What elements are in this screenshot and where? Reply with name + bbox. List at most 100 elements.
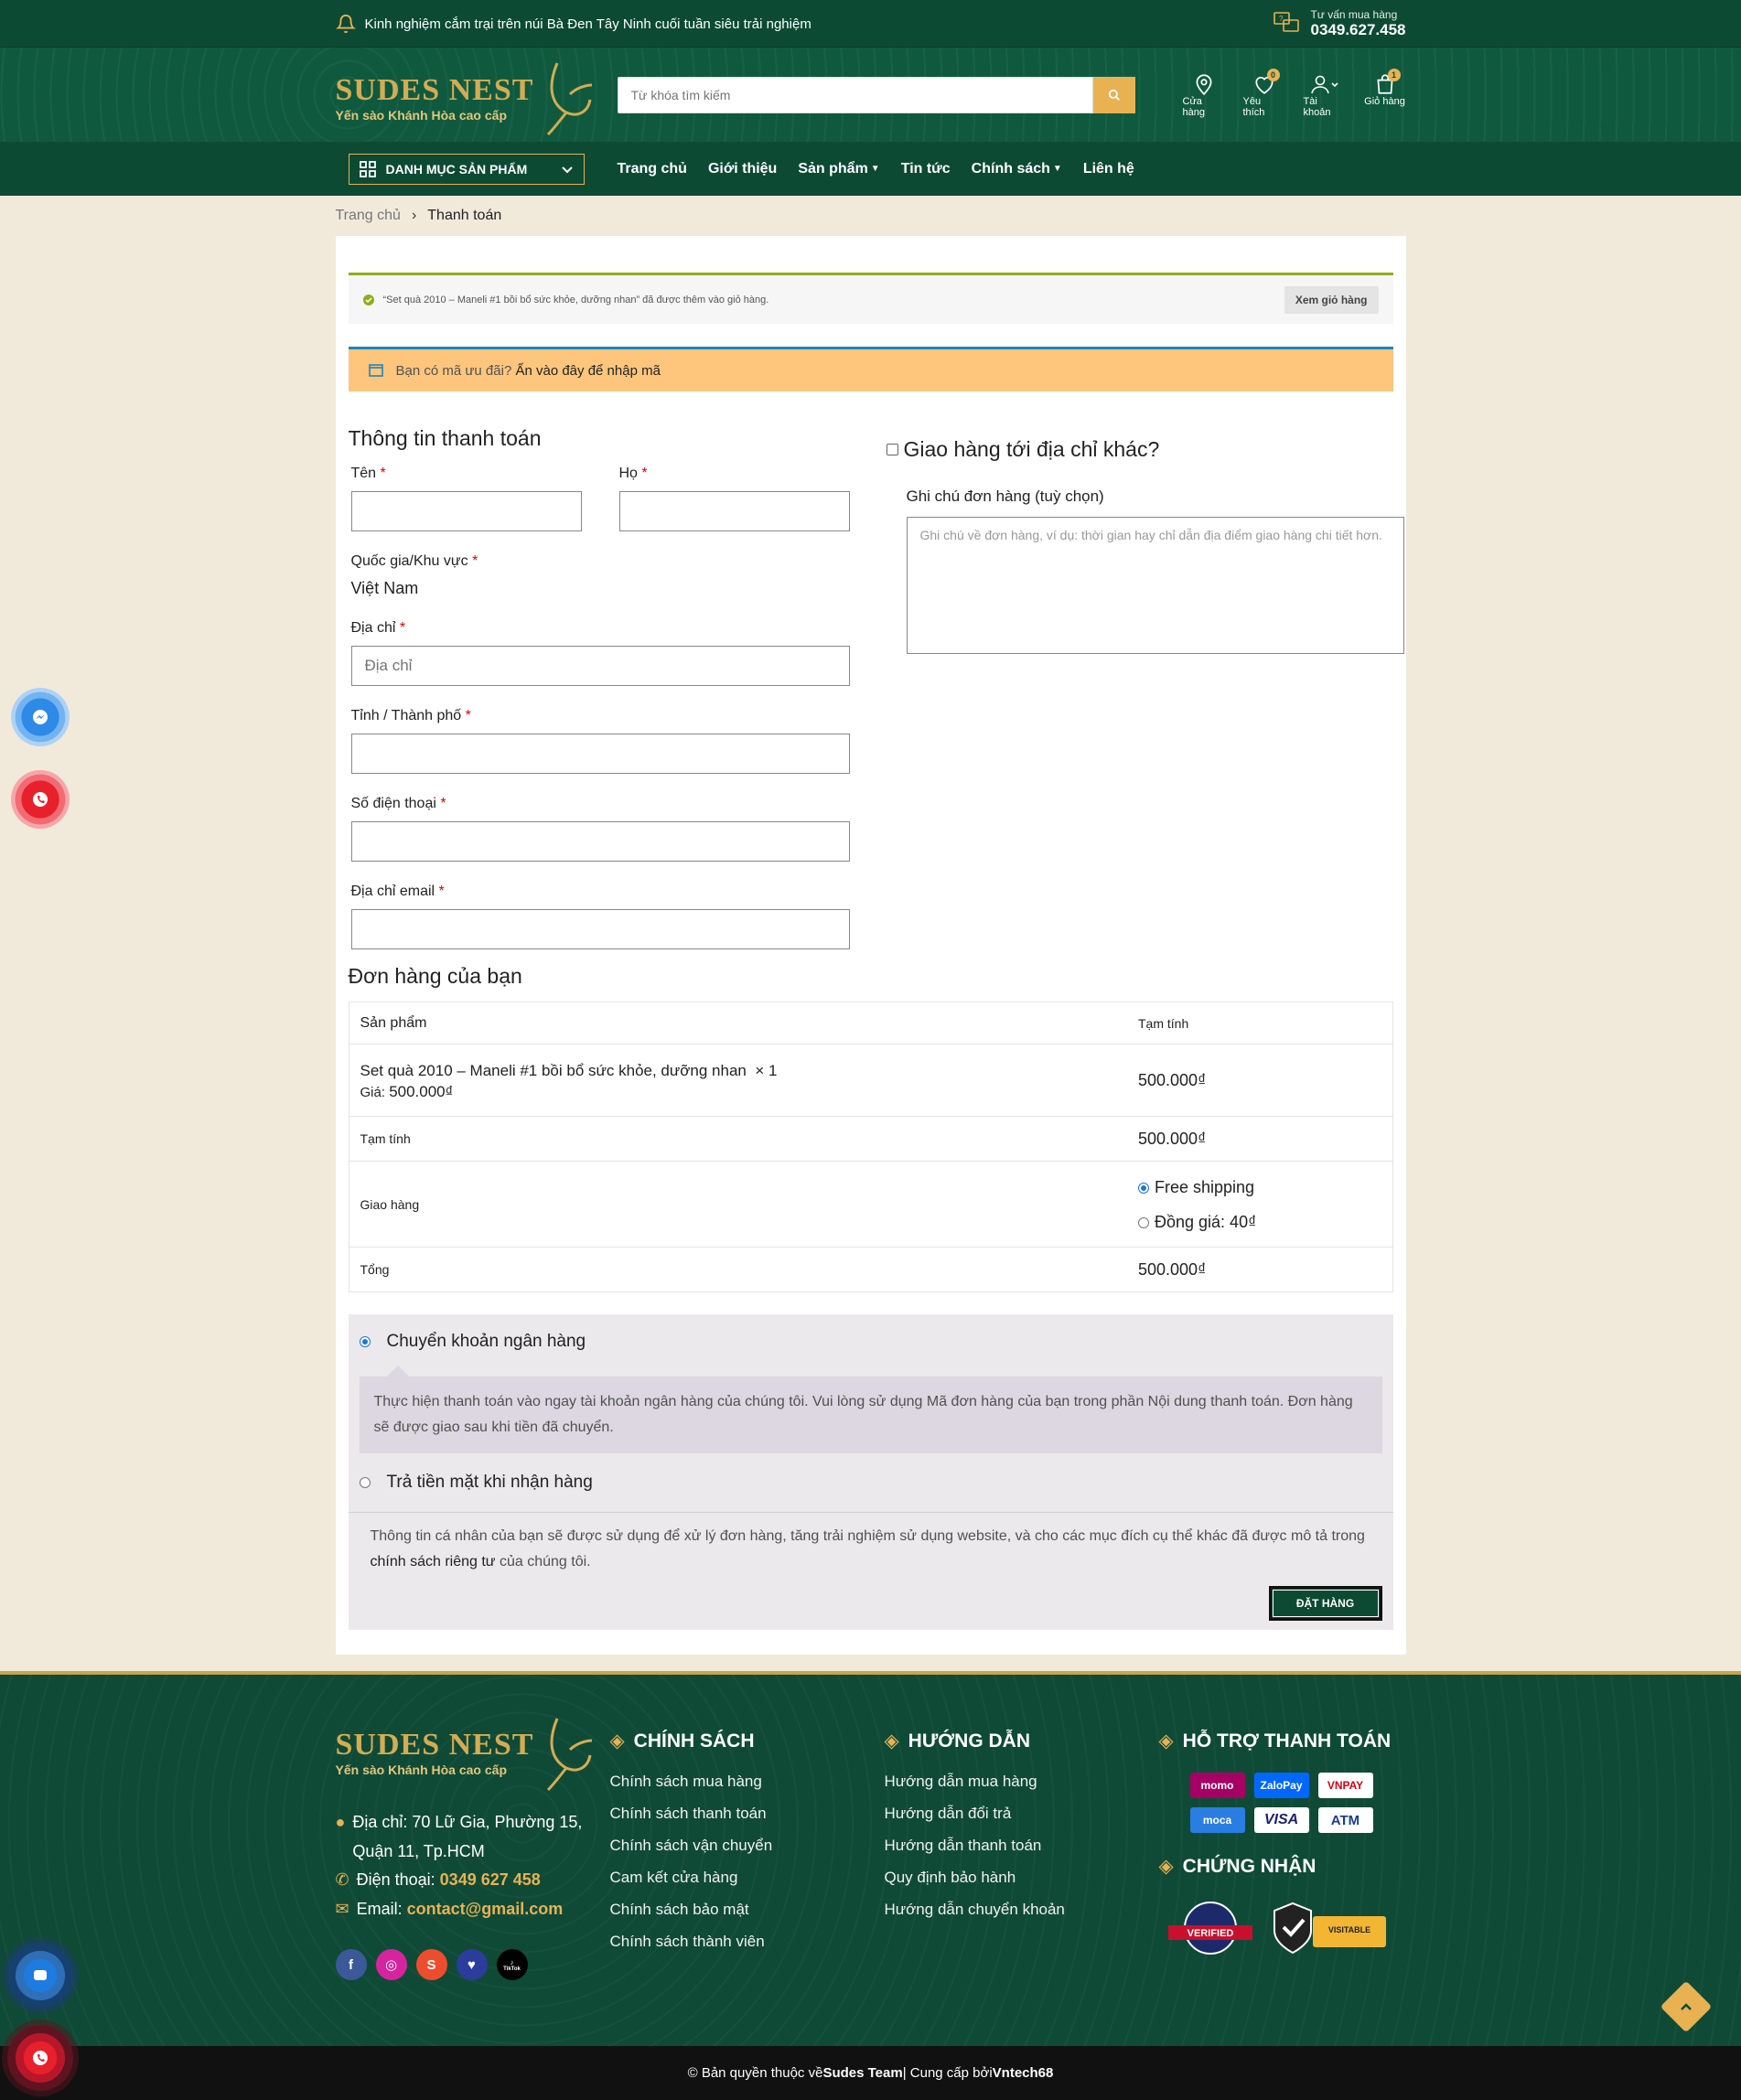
chat-support-icon: ? <box>1273 12 1299 32</box>
order-title: Đơn hàng của bạn <box>348 964 522 988</box>
chevron-down-icon <box>561 166 573 173</box>
cod-radio[interactable] <box>359 1477 371 1488</box>
instagram-icon[interactable]: ◎ <box>375 1949 407 1980</box>
call-float-button[interactable] <box>2 2020 79 2096</box>
footer-about: SUDES NEST Yến sào Khánh Hòa cao cấp ● Đị… <box>335 1718 610 1980</box>
shipping-option-free[interactable]: Free shipping <box>1138 1170 1381 1205</box>
first-name-input[interactable] <box>350 491 582 531</box>
call-icon <box>33 2051 48 2065</box>
phone-float-button[interactable] <box>11 770 70 829</box>
lazada-icon[interactable]: ♥ <box>456 1949 488 1980</box>
copyright-team[interactable]: Sudes Team <box>822 2065 902 2081</box>
nav-products[interactable]: Sản phẩm ▼ <box>798 161 879 177</box>
footer-link[interactable]: Chính sách mua hàng <box>610 1773 885 1791</box>
copyright-text-1: © Bản quyền thuộc về <box>687 2065 823 2081</box>
coupon-link[interactable]: Ấn vào đây để nhập mã <box>515 363 660 379</box>
chevron-up-icon <box>1681 2003 1692 2010</box>
payment-method-cod[interactable]: Trả tiền mặt khi nhận hàng <box>359 1470 1382 1495</box>
cart-link[interactable]: 1 Giỏ hàng <box>1364 68 1406 118</box>
order-notes-textarea[interactable]: Ghi chú về đơn hàng, ví dụ: thời gian ha… <box>906 517 1404 654</box>
footer-phone-number[interactable]: 0349 627 458 <box>440 1870 541 1889</box>
verified-badge-icon: VERIFIED <box>1167 1902 1252 1955</box>
category-menu-button[interactable]: DANH MỤC SẢN PHẨM <box>348 153 585 185</box>
address-label: Địa chỉ * <box>350 620 406 636</box>
table-row: Tổng 500.000₫ <box>349 1247 1392 1292</box>
hotline-number[interactable]: 0349.627.458 <box>1311 21 1406 39</box>
footer-link[interactable]: Hướng dẫn thanh toán <box>885 1837 1159 1855</box>
footer-link[interactable]: Hướng dẫn đổi trả <box>885 1805 1159 1823</box>
wishlist-link[interactable]: 0 Yêu thích <box>1243 68 1285 118</box>
footer-link[interactable]: Quy định bảo hành <box>885 1869 1159 1887</box>
footer-phone-label: Điện thoại: <box>356 1870 435 1889</box>
messenger-float-button[interactable] <box>11 688 70 746</box>
breadcrumb-home[interactable]: Trang chủ <box>336 208 401 224</box>
breadcrumb: Trang chủ › Thanh toán <box>336 196 1406 236</box>
footer-guide: ◈ HƯỚNG DẪN Hướng dẫn mua hàng Hướng dẫn … <box>885 1730 1159 1980</box>
footer-email-address[interactable]: contact@gmail.com <box>407 1900 564 1918</box>
search-input[interactable] <box>617 76 1093 113</box>
shipping-option-flat[interactable]: Đồng giá: 40₫ <box>1138 1205 1381 1239</box>
footer-link[interactable]: Chính sách vận chuyển <box>610 1837 885 1855</box>
flat-rate-radio[interactable] <box>1138 1216 1149 1228</box>
search-icon <box>1108 89 1120 101</box>
email-input[interactable] <box>350 909 850 949</box>
visa-logo: VISA <box>1253 1807 1309 1833</box>
visitable-text: VISITABLE <box>1327 1925 1370 1934</box>
footer-link[interactable]: Chính sách bảo mật <box>610 1901 885 1919</box>
country-label: Quốc gia/Khu vực * <box>350 553 478 569</box>
payment-method-bank[interactable]: Chuyển khoản ngân hàng <box>359 1329 1382 1355</box>
hotline[interactable]: ? Tư vấn mua hàng 0349.627.458 <box>1273 8 1406 39</box>
nav-contact[interactable]: Liên hệ <box>1083 161 1134 177</box>
verified-text: VERIFIED <box>1187 1928 1233 1939</box>
coupon-notice: Bạn có mã ưu đãi? Ấn vào đây để nhập mã <box>348 347 1393 391</box>
nav-products-label: Sản phẩm <box>798 160 868 177</box>
diamond-icon: ◈ <box>609 1730 625 1752</box>
facebook-icon[interactable]: f <box>335 1949 367 1980</box>
last-name-input[interactable] <box>618 491 850 531</box>
footer-address: ● Địa chỉ: 70 Lữ Gia, Phường 15, Quận 11,… <box>336 1808 610 1866</box>
check-circle-icon <box>362 294 374 305</box>
nav-home[interactable]: Trang chủ <box>618 161 687 177</box>
nav-policy[interactable]: Chính sách ▼ <box>972 161 1062 177</box>
announcement[interactable]: Kinh nghiệm cắm trại trên núi Bà Đen Tây… <box>335 14 811 34</box>
footer-link[interactable]: Hướng dẫn chuyển khoản <box>885 1901 1159 1919</box>
diamond-icon: ◈ <box>1158 1856 1174 1877</box>
copyright-provider[interactable]: Vntech68 <box>993 2065 1054 2081</box>
logo-brand: SUDES NEST <box>335 72 534 107</box>
product-name: Set quà 2010 – Maneli #1 bồi bổ sức khỏe… <box>360 1062 747 1080</box>
account-link[interactable]: Tài khoản <box>1304 72 1346 118</box>
footer-link[interactable]: Chính sách thành viên <box>610 1933 885 1951</box>
nav-news[interactable]: Tin tức <box>901 161 951 177</box>
view-cart-button[interactable]: Xem giỏ hàng <box>1284 285 1379 314</box>
atm-logo: ATM <box>1317 1807 1373 1833</box>
zalo-icon <box>34 1970 47 1980</box>
zalo-float-button[interactable] <box>2 1937 79 2014</box>
price-label: Giá: <box>360 1084 386 1100</box>
store-link[interactable]: Cửa hàng <box>1183 72 1225 118</box>
order-table-header: Sản phẩm Tạm tính <box>349 1002 1392 1045</box>
privacy-text: Thông tin cá nhân của bạn sẽ được sử dụn… <box>348 1512 1393 1575</box>
free-shipping-radio[interactable] <box>1138 1182 1149 1194</box>
city-input[interactable] <box>350 734 850 774</box>
footer-logo[interactable]: SUDES NEST Yến sào Khánh Hòa cao cấp <box>335 1718 592 1792</box>
breadcrumb-separator: › <box>411 208 417 223</box>
place-order-button[interactable]: ĐẶT HÀNG <box>1268 1586 1382 1621</box>
bank-transfer-radio[interactable] <box>359 1336 371 1347</box>
shopee-icon[interactable]: S <box>415 1949 447 1980</box>
nav-about[interactable]: Giới thiệu <box>708 161 777 177</box>
privacy-policy-link[interactable]: chính sách riêng tư <box>371 1554 496 1570</box>
tiktok-icon[interactable]: ♪ TikTok <box>496 1949 528 1980</box>
phone-input[interactable] <box>350 821 850 862</box>
ship-different-checkbox[interactable] <box>886 444 898 455</box>
ship-different-address[interactable]: Giao hàng tới địa chỉ khác? <box>886 437 1404 462</box>
footer-link[interactable]: Cam kết cửa hàng <box>610 1869 885 1887</box>
footer-link[interactable]: Chính sách thanh toán <box>610 1805 885 1823</box>
search-button[interactable] <box>1092 76 1135 113</box>
footer-link[interactable]: Hướng dẫn mua hàng <box>885 1773 1159 1791</box>
logo[interactable]: SUDES NEST Yến sào Khánh Hòa cao cấp <box>336 54 610 136</box>
footer-logo-tagline: Yến sào Khánh Hòa cao cấp <box>335 1762 508 1777</box>
free-shipping-label: Free shipping <box>1155 1177 1255 1196</box>
footer: SUDES NEST Yến sào Khánh Hòa cao cấp ● Đị… <box>0 1671 1741 2046</box>
swallow-logo-icon <box>546 61 592 135</box>
address-input[interactable] <box>350 646 850 686</box>
